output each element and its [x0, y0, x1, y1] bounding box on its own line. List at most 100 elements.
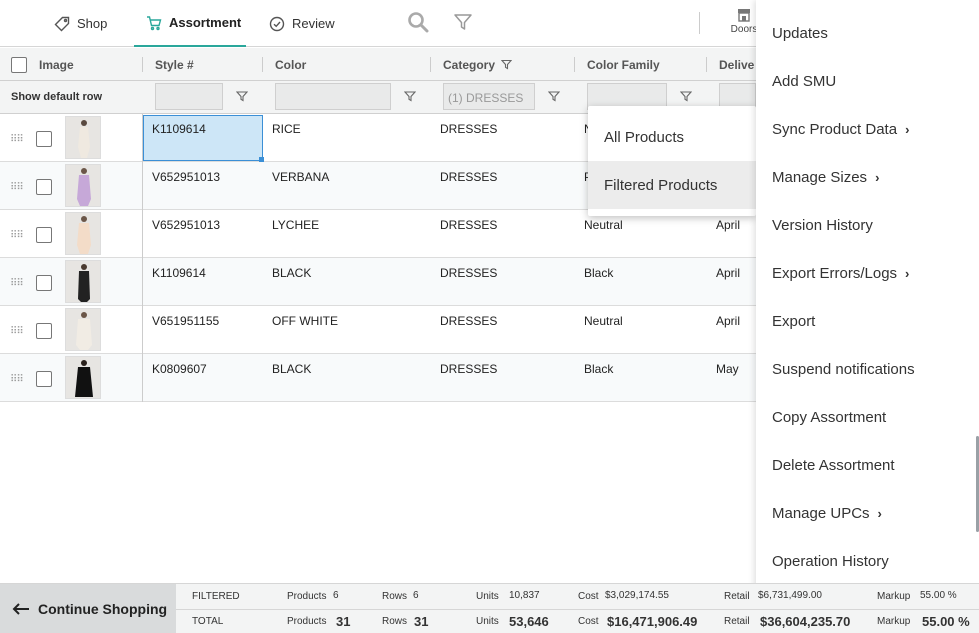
drag-handle-icon[interactable]: ⠿⠿ — [10, 278, 24, 289]
menu-item-suspend-notifications[interactable]: Suspend notifications — [772, 345, 915, 393]
category-cell[interactable]: DRESSES — [440, 266, 497, 280]
filter-icon[interactable] — [453, 12, 473, 32]
style-cell[interactable]: K1109614 — [152, 122, 206, 136]
style-cell[interactable]: V652951013 — [152, 170, 220, 184]
drag-handle-icon[interactable]: ⠿⠿ — [10, 182, 24, 193]
table-row[interactable]: ⠿⠿ V652951013 LYCHEE DRESSES Neutral Apr… — [0, 210, 756, 258]
show-default-row-label[interactable]: Show default row — [11, 91, 102, 103]
style-cell[interactable]: V652951013 — [152, 218, 220, 232]
markup-label: Markup — [877, 616, 911, 627]
column-header-image[interactable]: Image — [39, 48, 74, 81]
color-cell[interactable]: VERBANA — [272, 170, 329, 184]
color-family-cell[interactable]: Neutral — [584, 314, 623, 328]
delivery-cell[interactable]: April — [716, 218, 740, 232]
color-family-cell[interactable]: Neutral — [584, 218, 623, 232]
delivery-cell[interactable]: April — [716, 266, 740, 280]
delivery-cell[interactable]: May — [716, 362, 739, 376]
menu-item-label: Export Errors/Logs — [772, 264, 898, 282]
menu-item-all-products[interactable]: All Products — [588, 113, 756, 161]
column-separator — [142, 306, 143, 354]
menu-item-manage-upcs[interactable]: Manage UPCs › — [772, 489, 882, 537]
search-icon[interactable] — [407, 11, 429, 33]
filtered-summary-row: FILTERED Products 6 Rows 6 Units 10,837 … — [176, 584, 979, 609]
menu-item-sync-product-data[interactable]: Sync Product Data › — [772, 105, 909, 153]
color-family-cell[interactable]: Black — [584, 362, 613, 376]
filter-icon[interactable] — [404, 90, 416, 102]
continue-shopping-button[interactable]: Continue Shopping — [0, 584, 176, 633]
row-checkbox[interactable] — [36, 179, 52, 195]
style-filter-input[interactable] — [155, 83, 223, 110]
menu-item-label: Manage UPCs — [772, 504, 870, 522]
menu-item-copy-assortment[interactable]: Copy Assortment — [772, 393, 886, 441]
drag-handle-icon[interactable]: ⠿⠿ — [10, 230, 24, 241]
product-image — [65, 116, 101, 159]
menu-item-manage-sizes[interactable]: Manage Sizes › — [772, 153, 879, 201]
filter-icon[interactable] — [548, 90, 560, 102]
menu-item-export-errors-logs[interactable]: Export Errors/Logs › — [772, 249, 909, 297]
column-header-delivery[interactable]: Delive — [719, 48, 754, 81]
retail-label: Retail — [724, 591, 750, 602]
units-label: Units — [476, 616, 499, 627]
category-cell[interactable]: DRESSES — [440, 314, 497, 328]
product-image — [65, 260, 101, 303]
menu-item-delete-assortment[interactable]: Delete Assortment — [772, 441, 895, 489]
menu-item-label: Export — [772, 312, 816, 330]
delivery-cell[interactable]: April — [716, 314, 740, 328]
drag-handle-icon[interactable]: ⠿⠿ — [10, 326, 24, 337]
category-cell[interactable]: DRESSES — [440, 218, 497, 232]
menu-item-label: Sync Product Data — [772, 120, 898, 138]
color-cell[interactable]: BLACK — [272, 362, 311, 376]
row-checkbox[interactable] — [36, 275, 52, 291]
color-filter-input[interactable] — [275, 83, 391, 110]
menu-item-updates[interactable]: Updates — [772, 9, 828, 57]
table-row[interactable]: ⠿⠿ V651951155 OFF WHITE DRESSES Neutral … — [0, 306, 756, 354]
column-header-category[interactable]: Category — [443, 48, 513, 81]
filter-icon[interactable] — [236, 90, 248, 102]
menu-item-label: Suspend notifications — [772, 360, 915, 378]
active-filter-icon — [501, 59, 513, 70]
row-checkbox[interactable] — [36, 323, 52, 339]
row-checkbox[interactable] — [36, 227, 52, 243]
color-cell[interactable]: OFF WHITE — [272, 314, 338, 328]
filter-icon[interactable] — [680, 90, 692, 102]
style-cell[interactable]: V651951155 — [152, 314, 219, 328]
color-cell[interactable]: LYCHEE — [272, 218, 319, 232]
category-cell[interactable]: DRESSES — [440, 362, 497, 376]
tab-assortment[interactable]: Assortment — [134, 0, 246, 47]
actions-menu: Updates Add SMU Sync Product Data › Manag… — [756, 0, 979, 593]
column-separator — [574, 57, 575, 72]
table-row[interactable]: ⠿⠿ K0809607 BLACK DRESSES Black May — [0, 354, 756, 402]
products-label: Products — [287, 591, 327, 602]
column-header-color[interactable]: Color — [275, 48, 306, 81]
column-header-color-family[interactable]: Color Family — [587, 48, 660, 81]
color-family-cell[interactable]: Black — [584, 266, 613, 280]
column-header-style[interactable]: Style # — [155, 48, 194, 81]
menu-item-add-smu[interactable]: Add SMU — [772, 57, 836, 105]
tab-shop[interactable]: Shop — [54, 0, 107, 47]
column-separator — [142, 210, 143, 258]
menu-item-filtered-products[interactable]: Filtered Products — [588, 161, 756, 209]
row-checkbox[interactable] — [36, 131, 52, 147]
menu-item-version-history[interactable]: Version History — [772, 201, 873, 249]
category-cell[interactable]: DRESSES — [440, 122, 497, 136]
category-cell[interactable]: DRESSES — [440, 170, 497, 184]
style-cell[interactable]: K1109614 — [152, 266, 206, 280]
drag-handle-icon[interactable]: ⠿⠿ — [10, 374, 24, 385]
style-cell[interactable]: K0809607 — [152, 362, 207, 376]
products-label: Products — [287, 616, 327, 627]
color-cell[interactable]: RICE — [272, 122, 301, 136]
filtered-products-value: 6 — [333, 590, 339, 601]
color-cell[interactable]: BLACK — [272, 266, 311, 280]
tab-shop-label: Shop — [77, 16, 108, 31]
menu-item-operation-history[interactable]: Operation History — [772, 537, 889, 585]
tab-review[interactable]: Review — [269, 0, 335, 47]
row-checkbox[interactable] — [36, 371, 52, 387]
column-separator — [142, 162, 143, 210]
menu-item-export[interactable]: Export — [772, 297, 815, 345]
drag-handle-icon[interactable]: ⠿⠿ — [10, 134, 24, 145]
column-separator — [262, 57, 263, 72]
category-filter-input[interactable]: (1) DRESSES — [443, 83, 535, 110]
table-row[interactable]: ⠿⠿ K1109614 BLACK DRESSES Black April — [0, 258, 756, 306]
total-markup-value: 55.00 % — [922, 614, 970, 629]
select-all-checkbox[interactable] — [11, 57, 27, 73]
